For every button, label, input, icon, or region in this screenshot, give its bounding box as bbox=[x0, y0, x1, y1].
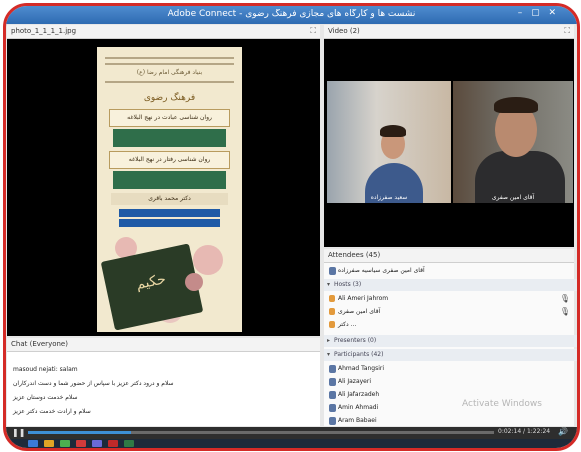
camera-1-name: سعید صفرزاده bbox=[370, 194, 408, 201]
shared-poster-image: بنیاد فرهنگی امام رضا (ع) فرهنگ رضوی روا… bbox=[97, 47, 242, 332]
participants-section[interactable]: ▾ Participants (42) bbox=[324, 349, 577, 361]
participant-name: Ali Jafarzadeh bbox=[338, 391, 380, 398]
chat-message: سلام خدمت دوستان عزیز bbox=[13, 394, 78, 401]
adobe-connect-icon[interactable] bbox=[108, 440, 118, 447]
participant-row[interactable]: Aram Babaei bbox=[324, 415, 577, 427]
chat-pod: masoud nejati: salam سلام و درود دکتر عز… bbox=[7, 352, 320, 426]
share-pod-header: photo_1_1_1_1.jpg ⛶ bbox=[7, 25, 320, 39]
poster-speakers: دکتر محمد باقری bbox=[111, 193, 228, 205]
participant-name: Aram Babaei bbox=[338, 417, 377, 424]
microphone-icon: 🎙 bbox=[559, 307, 570, 316]
video-pod-header: Video (2) ⛶ bbox=[324, 25, 574, 39]
app-window: Adobe Connect - نشست ها و کارگاه های مجا… bbox=[3, 3, 580, 451]
chat-pod-header: Chat (Everyone) bbox=[7, 338, 320, 352]
playback-time: 0:02:14 / 1:22:24 bbox=[498, 428, 551, 435]
participant-row[interactable]: Ali Jazayeri bbox=[324, 376, 577, 388]
media-icon[interactable] bbox=[76, 440, 86, 447]
microphone-icon: 🎙 bbox=[559, 294, 570, 303]
browser-icon[interactable] bbox=[60, 440, 70, 447]
chat-message: masoud nejati: salam bbox=[13, 366, 78, 373]
host-row[interactable]: آقای امین صفری 🎙 bbox=[324, 306, 577, 318]
host-icon bbox=[329, 295, 335, 302]
seek-slider[interactable] bbox=[28, 431, 494, 434]
window-titlebar: Adobe Connect - نشست ها و کارگاه های مجا… bbox=[6, 6, 577, 24]
window-title: Adobe Connect - نشست ها و کارگاه های مجا… bbox=[167, 9, 416, 19]
participant-name: Ahmad Tangsiri bbox=[338, 365, 385, 372]
participant-name: Amin Ahmadi bbox=[338, 404, 379, 411]
window-controls[interactable]: – ▢ ✕ bbox=[518, 8, 559, 18]
participant-name: Ali Jazayeri bbox=[338, 378, 371, 385]
host-row[interactable]: دکتر ... bbox=[324, 319, 577, 331]
host-name: آقای امین صفری bbox=[338, 308, 381, 315]
collapse-triangle-icon: ▾ bbox=[327, 351, 331, 358]
collapse-triangle-icon: ▾ bbox=[327, 281, 331, 288]
fullscreen-icon[interactable]: ⛶ bbox=[310, 26, 316, 36]
user-icon bbox=[329, 417, 336, 425]
user-icon bbox=[329, 378, 336, 386]
video-fullscreen-icon[interactable]: ⛶ bbox=[564, 26, 570, 36]
host-name: دکتر ... bbox=[338, 321, 357, 328]
excel-icon[interactable] bbox=[124, 440, 134, 447]
poster-heading: فرهنگ رضوی bbox=[143, 93, 196, 103]
host-row[interactable]: Ali Ameri Jahrom 🎙 bbox=[324, 293, 577, 305]
activate-windows-watermark: Activate Windows bbox=[462, 399, 542, 409]
user-icon bbox=[329, 267, 336, 275]
hosts-section[interactable]: ▾ Hosts (3) bbox=[324, 279, 577, 291]
share-pod: بنیاد فرهنگی امام رضا (ع) فرهنگ رضوی روا… bbox=[7, 39, 320, 336]
poster-book-title: حکیم bbox=[134, 271, 168, 294]
chat-message: سلام و ارادت خدمت دکتر عزیز bbox=[13, 408, 91, 415]
camera-feed-2: آقای امین صفری bbox=[453, 81, 573, 203]
seek-progress bbox=[28, 431, 131, 434]
camera-feed-1: سعید صفرزاده bbox=[327, 81, 451, 203]
explorer-icon[interactable] bbox=[44, 440, 54, 447]
video-pod-label: Video (2) bbox=[328, 27, 360, 35]
start-icon[interactable] bbox=[28, 440, 38, 447]
pause-icon[interactable]: ❚❚ bbox=[12, 428, 25, 437]
section-label: Participants (42) bbox=[334, 351, 384, 358]
chat-message: سلام و درود دکتر عزیز با سپاس از حضور شم… bbox=[13, 380, 174, 387]
section-label: Hosts (3) bbox=[334, 281, 362, 288]
chat-pod-label: Chat (Everyone) bbox=[11, 340, 68, 348]
poster-band-1: روان شناسی عبادت در نهج البلاغه bbox=[109, 109, 230, 127]
app-icon[interactable] bbox=[92, 440, 102, 447]
volume-icon[interactable]: 🔊 bbox=[558, 427, 568, 436]
participant-row[interactable]: Ahmad Tangsiri bbox=[324, 363, 577, 375]
host-icon bbox=[329, 321, 335, 328]
share-pod-label: photo_1_1_1_1.jpg bbox=[11, 27, 77, 35]
attendees-pod-label: Attendees (45) bbox=[328, 251, 381, 259]
section-label: Presenters (0) bbox=[334, 337, 377, 344]
user-icon bbox=[329, 404, 336, 412]
host-icon bbox=[329, 308, 335, 315]
attendee-row[interactable]: آقای امین صفری سیاسیه صفرزاده bbox=[324, 265, 577, 277]
poster-subtitle: بنیاد فرهنگی امام رضا (ع) bbox=[136, 69, 203, 76]
user-icon bbox=[329, 365, 336, 373]
collapse-triangle-icon: ▸ bbox=[327, 337, 331, 344]
host-name: Ali Ameri Jahrom bbox=[338, 295, 389, 302]
camera-2-name: آقای امین صفری bbox=[491, 194, 535, 201]
attendees-pod-header: Attendees (45) bbox=[324, 249, 574, 263]
user-icon bbox=[329, 391, 336, 399]
presenters-section[interactable]: ▸ Presenters (0) bbox=[324, 335, 577, 347]
attendee-name: آقای امین صفری سیاسیه صفرزاده bbox=[338, 267, 425, 274]
poster-band-2: روان شناسی رفتار در نهج البلاغه bbox=[109, 151, 230, 169]
